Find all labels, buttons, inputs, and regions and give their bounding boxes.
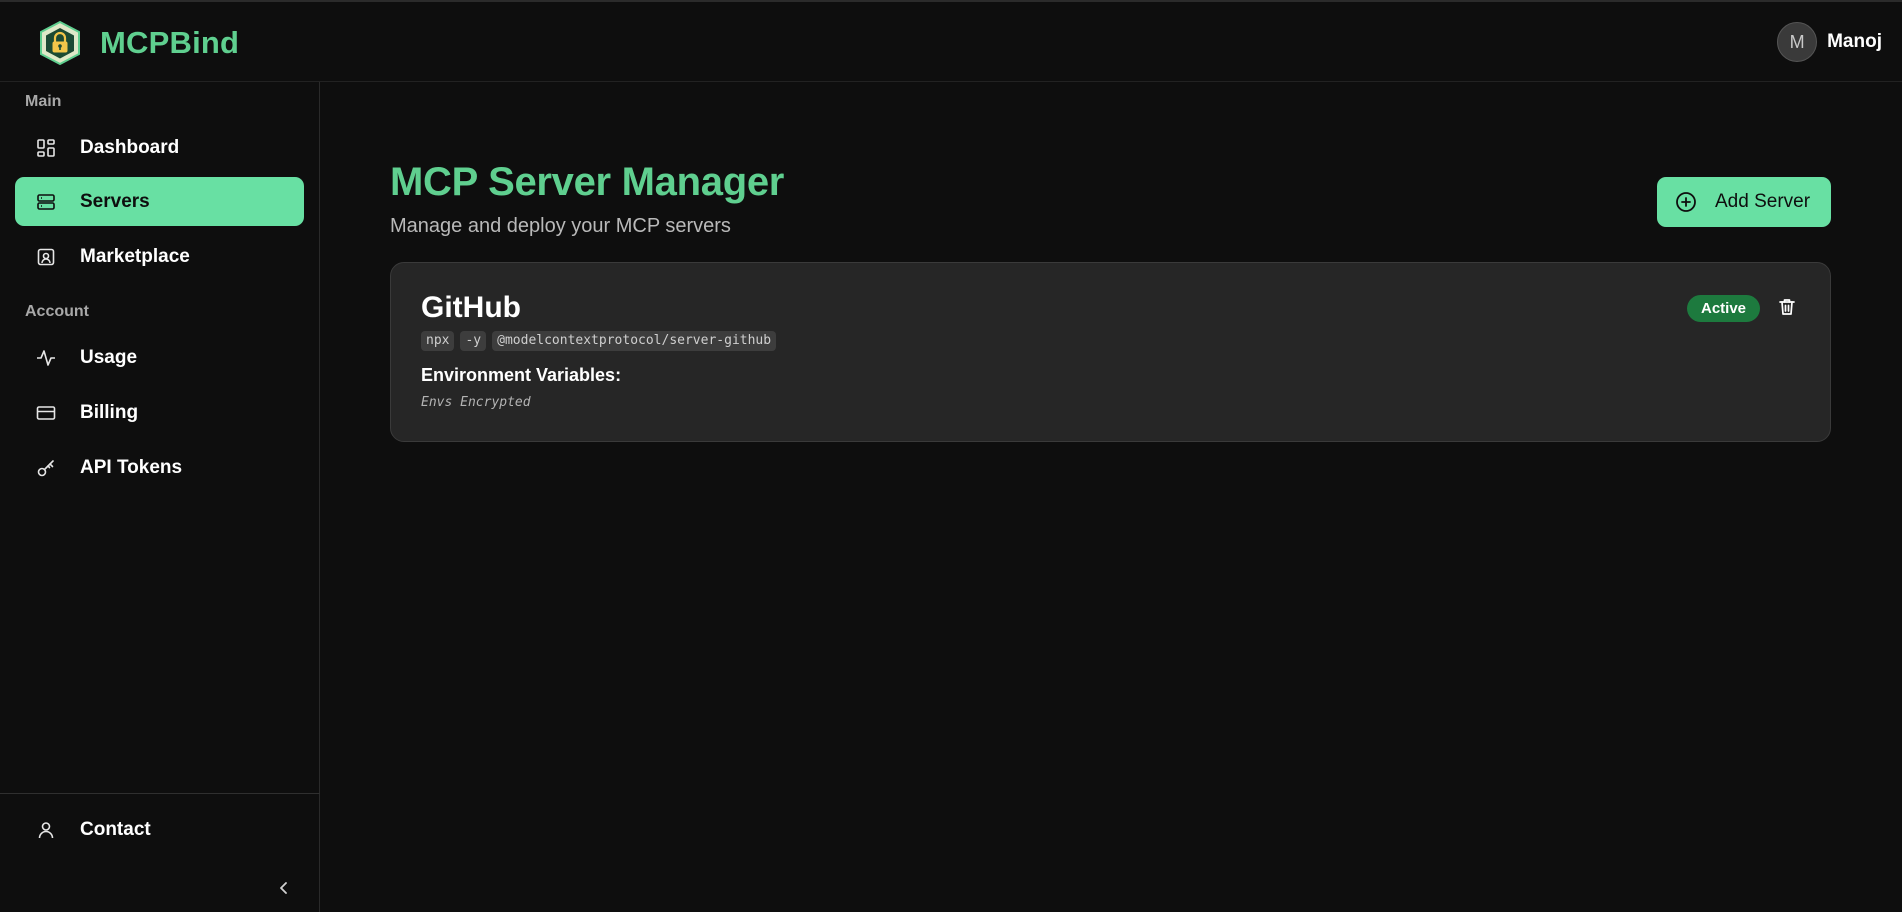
chevron-left-icon — [276, 880, 292, 901]
sidebar-item-label: Billing — [80, 401, 139, 423]
user-name: Manoj — [1827, 31, 1882, 52]
sidebar-item-contact[interactable]: Contact — [15, 805, 304, 854]
dashboard-icon — [35, 137, 57, 159]
marketplace-icon — [35, 246, 57, 268]
credit-card-icon — [35, 402, 57, 424]
avatar[interactable]: M — [1777, 22, 1818, 62]
lock-shield-logo-icon — [38, 20, 82, 66]
add-server-button[interactable]: Add Server — [1657, 177, 1831, 227]
trash-icon — [1777, 297, 1797, 322]
top-bar: MCPBind M Manoj — [0, 0, 1902, 82]
add-server-label: Add Server — [1715, 191, 1811, 212]
server-name: GitHub — [421, 291, 521, 324]
user-menu[interactable]: M Manoj — [1777, 22, 1882, 62]
sidebar-item-servers[interactable]: Servers — [15, 177, 304, 226]
activity-icon — [35, 347, 57, 369]
sidebar-item-label: Contact — [80, 818, 151, 840]
sidebar-item-label: API Tokens — [80, 456, 183, 478]
sidebar-item-label: Dashboard — [80, 136, 180, 158]
env-value: Envs Encrypted — [421, 395, 531, 410]
status-badge: Active — [1687, 295, 1760, 322]
command-chips: npx -y @modelcontextprotocol/server-gith… — [421, 331, 782, 351]
sidebar-item-label: Marketplace — [80, 245, 190, 267]
brand[interactable]: MCPBind — [38, 20, 239, 66]
sidebar-item-billing[interactable]: Billing — [15, 388, 304, 437]
main-content: MCP Server Manager Manage and deploy you… — [320, 82, 1902, 912]
user-icon — [35, 819, 57, 841]
sidebar-item-api-tokens[interactable]: API Tokens — [15, 443, 304, 492]
sidebar-item-dashboard[interactable]: Dashboard — [15, 123, 304, 172]
page-subtitle: Manage and deploy your MCP servers — [390, 215, 731, 237]
plus-circle-icon — [1675, 191, 1697, 213]
delete-server-button[interactable] — [1775, 297, 1799, 321]
server-card: GitHub npx -y @modelcontextprotocol/serv… — [390, 262, 1831, 442]
sidebar: Main Dashboard Servers Marketplace Accou… — [0, 82, 320, 912]
sidebar-section-main: Main — [25, 93, 62, 110]
sidebar-divider — [0, 793, 320, 794]
page-title: MCP Server Manager — [390, 160, 785, 204]
sidebar-item-label: Usage — [80, 346, 138, 368]
command-chip: @modelcontextprotocol/server-github — [492, 331, 777, 351]
sidebar-item-marketplace[interactable]: Marketplace — [15, 232, 304, 281]
sidebar-item-label: Servers — [80, 190, 150, 212]
env-heading: Environment Variables: — [421, 365, 622, 385]
command-chip: npx — [421, 331, 455, 351]
server-icon — [35, 191, 57, 213]
sidebar-section-account: Account — [25, 303, 89, 320]
collapse-sidebar-button[interactable] — [272, 878, 296, 902]
key-icon — [35, 457, 57, 479]
app-name: MCPBind — [100, 25, 240, 60]
sidebar-item-usage[interactable]: Usage — [15, 333, 304, 382]
command-chip: -y — [460, 331, 487, 351]
